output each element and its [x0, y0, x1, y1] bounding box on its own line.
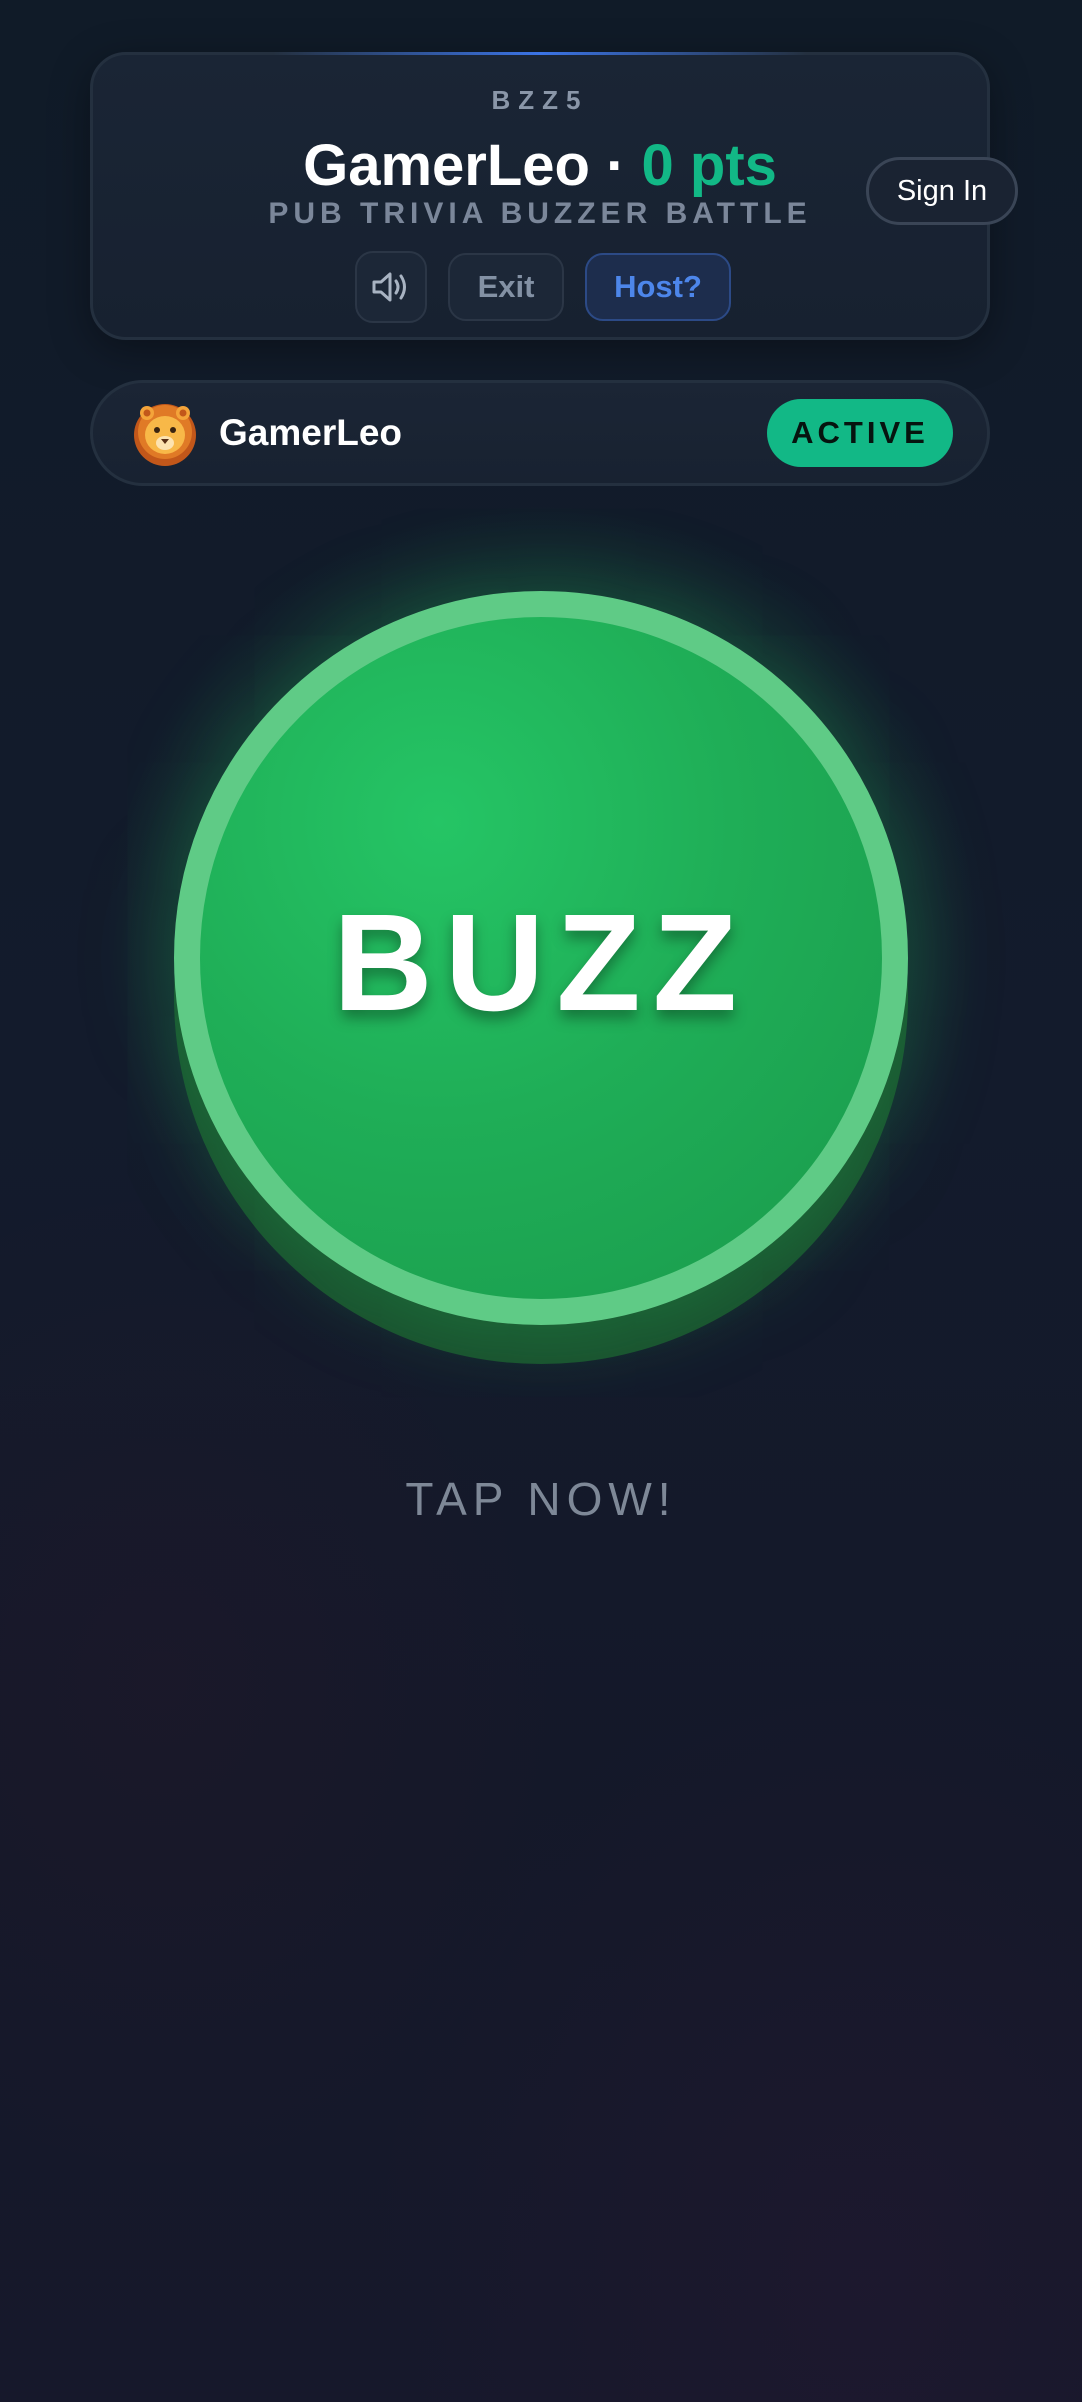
lion-icon [134, 404, 196, 466]
buzz-button[interactable]: BUZZ [174, 591, 908, 1325]
header-card: BZZ5 GamerLeo · 0 pts PUB TRIVIA BUZZER … [90, 52, 990, 340]
tap-prompt: TAP NOW! [405, 1473, 677, 1525]
game-subtitle: PUB TRIVIA BUZZER BATTLE [268, 197, 812, 230]
host-button[interactable]: Host? [585, 253, 731, 321]
page-title: GamerLeo · 0 pts [93, 131, 987, 201]
avatar [131, 399, 199, 467]
score-points: 0 pts [641, 133, 777, 198]
speaker-volume-icon [371, 270, 411, 304]
title-player-name: GamerLeo [303, 133, 590, 198]
title-separator: · [606, 133, 626, 198]
sound-toggle-button[interactable] [355, 251, 427, 323]
player-card: GamerLeo ACTIVE [90, 380, 990, 486]
exit-button[interactable]: Exit [448, 253, 564, 321]
room-code: BZZ5 [491, 85, 589, 115]
player-name: GamerLeo [219, 412, 403, 453]
status-badge: ACTIVE [767, 399, 953, 467]
sign-in-button[interactable]: Sign In [866, 157, 1018, 225]
buzz-label: BUZZ [333, 885, 749, 1040]
